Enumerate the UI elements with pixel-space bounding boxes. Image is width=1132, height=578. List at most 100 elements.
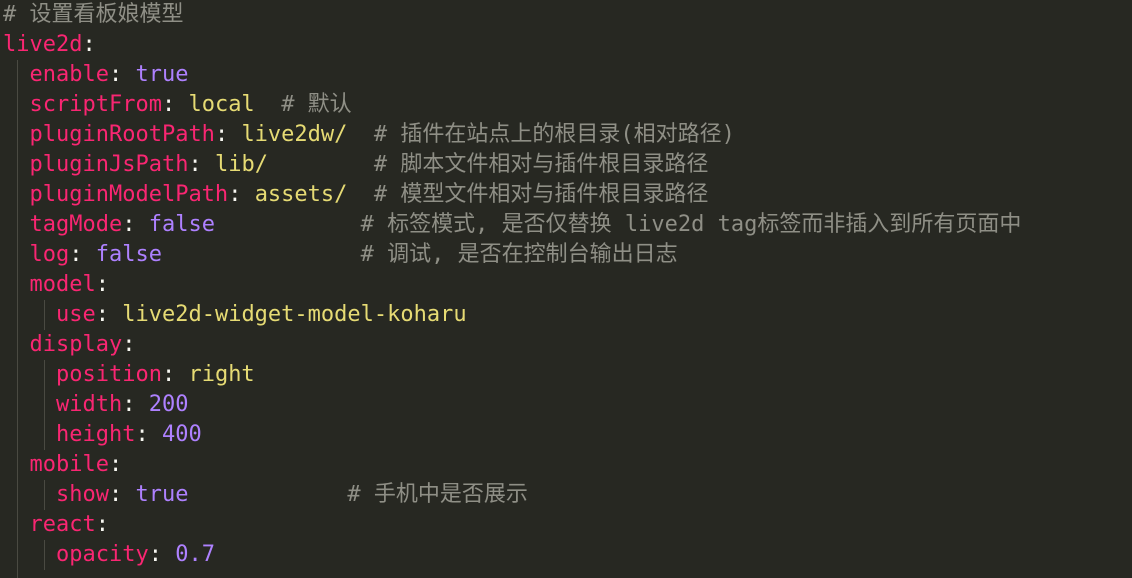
- colon: :: [228, 182, 242, 207]
- yaml-value: right: [188, 362, 255, 387]
- colon: :: [122, 392, 136, 417]
- yaml-key: scriptFrom: [29, 92, 162, 117]
- code-line: pluginRootPath: live2dw/ # 插件在站点上的根目录(相对…: [3, 120, 735, 150]
- yaml-key: use: [55, 302, 96, 327]
- yaml-value: 0.7: [175, 542, 215, 567]
- colon: :: [214, 122, 229, 147]
- colon: :: [108, 452, 123, 477]
- yaml-key: position: [55, 362, 162, 387]
- yaml-comment: # 设置看板娘模型: [3, 2, 184, 27]
- colon: :: [188, 152, 202, 177]
- yaml-key: live2d: [3, 32, 83, 57]
- yaml-comment: # 调试, 是否在控制台输出日志: [360, 242, 678, 267]
- colon: :: [108, 62, 123, 87]
- yaml-value: lib/: [214, 152, 268, 177]
- yaml-key: display: [29, 332, 123, 357]
- yaml-value: local: [188, 92, 255, 117]
- yaml-key: log: [29, 242, 70, 267]
- yaml-comment: # 模型文件相对与插件根目录路径: [373, 182, 709, 207]
- code-line: opacity: 0.7: [3, 540, 215, 570]
- code-line: model:: [3, 270, 109, 300]
- yaml-key: height: [55, 422, 136, 447]
- colon: :: [82, 32, 96, 57]
- code-line: show: true # 手机中是否展示: [3, 480, 528, 510]
- yaml-value: true: [135, 482, 189, 507]
- code-line: use: live2d-widget-model-koharu: [3, 300, 467, 330]
- code-line: height: 400: [3, 420, 202, 450]
- spacing: [162, 242, 361, 267]
- colon: :: [95, 512, 109, 537]
- yaml-comment: # 脚本文件相对与插件根目录路径: [373, 152, 709, 177]
- yaml-comment: # 手机中是否展示: [347, 482, 528, 507]
- spacing: [347, 182, 374, 207]
- yaml-value: false: [95, 242, 162, 267]
- colon: :: [95, 272, 109, 297]
- yaml-key: show: [55, 482, 109, 507]
- colon: :: [122, 212, 136, 237]
- code-line: log: false # 调试, 是否在控制台输出日志: [3, 240, 678, 270]
- yaml-value: 400: [161, 422, 202, 447]
- yaml-key: pluginModelPath: [29, 182, 229, 207]
- yaml-comment: # 标签模式, 是否仅替换 live2d tag标签而非插入到所有页面中: [360, 212, 1022, 237]
- yaml-value: live2d-widget-model-koharu: [122, 302, 467, 327]
- yaml-key: tagMode: [29, 212, 123, 237]
- spacing: [255, 92, 282, 117]
- yaml-comment: # 默认: [281, 92, 352, 117]
- code-line: scriptFrom: local # 默认: [3, 90, 352, 120]
- colon: :: [69, 242, 83, 267]
- code-line: position: right: [3, 360, 255, 390]
- yaml-key: enable: [29, 62, 109, 87]
- code-line: display:: [3, 330, 136, 360]
- code-line: mobile:: [3, 450, 123, 480]
- yaml-key: pluginJsPath: [29, 152, 189, 177]
- yaml-key: opacity: [55, 542, 149, 567]
- yaml-key: model: [29, 272, 96, 297]
- colon: :: [108, 482, 123, 507]
- yaml-key: react: [29, 512, 96, 537]
- colon: :: [95, 302, 109, 327]
- yaml-key: mobile: [29, 452, 109, 477]
- colon: :: [161, 362, 176, 387]
- code-line: pluginJsPath: lib/ # 脚本文件相对与插件根目录路径: [3, 150, 709, 180]
- colon: :: [122, 332, 136, 357]
- spacing: [347, 122, 374, 147]
- yaml-key: width: [55, 392, 123, 417]
- code-editor[interactable]: # 设置看板娘模型 live2d: enable: true scriptFrom…: [0, 0, 1132, 578]
- code-line: live2d:: [3, 30, 96, 60]
- yaml-key: pluginRootPath: [29, 122, 215, 147]
- colon: :: [161, 92, 176, 117]
- spacing: [215, 212, 361, 237]
- colon: :: [148, 542, 162, 567]
- code-line: tagMode: false # 标签模式, 是否仅替换 live2d tag标…: [3, 210, 1022, 240]
- spacing: [188, 482, 347, 507]
- code-line: # 设置看板娘模型: [3, 0, 184, 30]
- code-line: width: 200: [3, 390, 188, 420]
- colon: :: [135, 422, 149, 447]
- yaml-value: assets/: [254, 182, 348, 207]
- spacing: [268, 152, 374, 177]
- yaml-comment: # 插件在站点上的根目录(相对路径): [373, 122, 735, 147]
- code-line: pluginModelPath: assets/ # 模型文件相对与插件根目录路…: [3, 180, 709, 210]
- code-line: react:: [3, 510, 109, 540]
- yaml-value: live2dw/: [241, 122, 348, 147]
- yaml-value: true: [135, 62, 189, 87]
- yaml-value: false: [148, 212, 215, 237]
- yaml-value: 200: [148, 392, 189, 417]
